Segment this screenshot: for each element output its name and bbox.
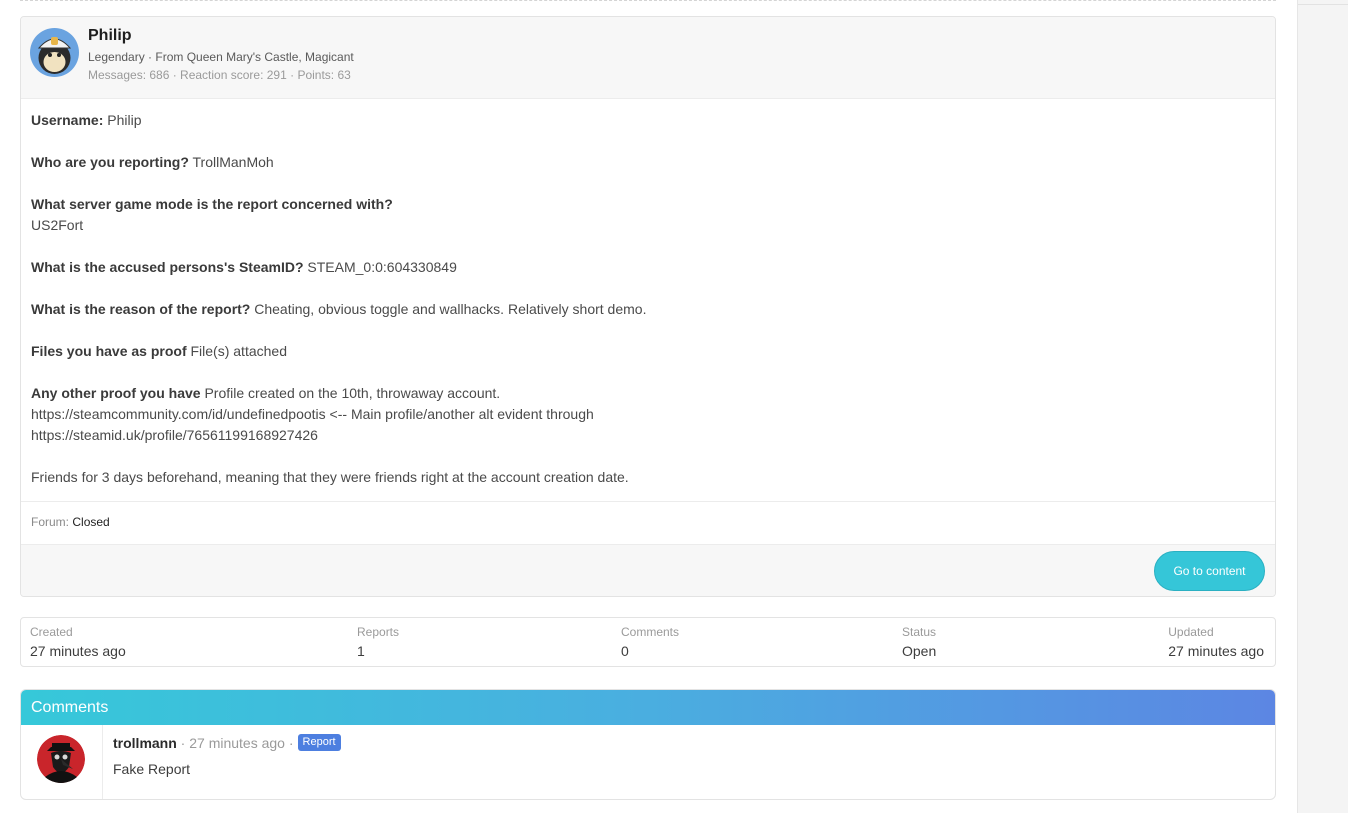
stat-updated: Updated 27 minutes ago: [1168, 625, 1264, 662]
meta-separator: ·: [284, 734, 294, 751]
stat-label: Status: [902, 625, 937, 639]
forum-value[interactable]: Closed: [72, 515, 109, 529]
meta-separator: ·: [176, 734, 190, 751]
stat-value: Open: [902, 643, 937, 659]
stat-label: Comments: [621, 625, 680, 639]
report-body: Username: Philip Who are you reporting? …: [21, 99, 1275, 488]
stat-value: 0: [621, 643, 629, 659]
field-game-mode: What server game mode is the report conc…: [31, 194, 1265, 236]
comment-time[interactable]: 27 minutes ago: [189, 735, 285, 751]
field-other-proof: Any other proof you have Profile created…: [31, 383, 1265, 446]
user-avatar[interactable]: [30, 28, 79, 77]
field-username: Username: Philip: [31, 110, 1265, 131]
field-value: Philip: [103, 112, 142, 128]
right-gutter: [1297, 0, 1348, 813]
field-value: Profile created on the 10th, throwaway a…: [200, 385, 501, 401]
avatar-image-icon: [30, 28, 79, 77]
field-label: Any other proof you have: [31, 385, 201, 401]
stat-value: 1: [357, 643, 365, 659]
field-reason: What is the reason of the report? Cheati…: [31, 299, 1265, 320]
field-value: File(s) attached: [186, 343, 287, 359]
stat-status: Status Open: [902, 625, 936, 662]
field-label: Files you have as proof: [31, 343, 187, 359]
field-reported-user: Who are you reporting? TrollManMoh: [31, 152, 1265, 173]
gutter-line: [1298, 4, 1348, 5]
comment-meta: trollmann · 27 minutes ago · Report: [113, 734, 341, 751]
proof-link-line: https://steamid.uk/profile/7656119916892…: [31, 427, 318, 443]
top-divider: [20, 0, 1276, 1]
field-label: What is the accused persons's SteamID?: [31, 259, 304, 275]
proof-link-line: https://steamcommunity.com/id/undefinedp…: [31, 406, 594, 422]
comment-type-badge: Report: [297, 734, 341, 751]
report-card: Philip Legendary · From Queen Mary's Cas…: [20, 16, 1276, 597]
field-label: What is the reason of the report?: [31, 301, 251, 317]
field-value: STEAM_0:0:604330849: [303, 259, 457, 275]
stat-reports: Reports 1: [357, 625, 399, 662]
actions-row: Go to content: [21, 544, 1275, 596]
user-name[interactable]: Philip: [88, 27, 132, 45]
stat-created: Created 27 minutes ago: [30, 625, 126, 662]
go-to-content-button[interactable]: Go to content: [1154, 551, 1265, 591]
comment-avatar[interactable]: [37, 735, 85, 783]
field-label: Who are you reporting?: [31, 154, 189, 170]
comments-title: Comments: [21, 690, 1275, 725]
comment-author[interactable]: trollmann: [113, 735, 177, 751]
stat-label: Reports: [357, 625, 400, 639]
forum-label: Forum:: [31, 515, 70, 529]
field-value: TrollManMoh: [188, 154, 274, 170]
plague-doctor-avatar-icon: [37, 735, 85, 783]
stat-value: 27 minutes ago: [1168, 643, 1264, 659]
user-title-location: Legendary · From Queen Mary's Castle, Ma…: [88, 50, 354, 64]
field-value: Cheating, obvious toggle and wallhacks. …: [250, 301, 647, 317]
comment-avatar-column: [21, 725, 103, 799]
field-label: Username:: [31, 112, 104, 128]
forum-row: Forum: Closed: [21, 501, 1275, 544]
stat-comments: Comments 0: [621, 625, 679, 662]
report-stats-strip: Created 27 minutes ago Reports 1 Comment…: [20, 617, 1276, 667]
report-header: Philip Legendary · From Queen Mary's Cas…: [21, 17, 1275, 99]
comment-text: Fake Report: [113, 761, 191, 777]
closing-note: Friends for 3 days beforehand, meaning t…: [31, 469, 629, 485]
field-value: US2Fort: [31, 217, 84, 233]
stat-value: 27 minutes ago: [30, 643, 126, 659]
comments-section: Comments trollmann · 27 minutes ago · Re…: [20, 689, 1276, 800]
field-steamid: What is the accused persons's SteamID? S…: [31, 257, 1265, 278]
field-label: What server game mode is the report conc…: [31, 196, 393, 212]
field-files: Files you have as proof File(s) attached: [31, 341, 1265, 362]
stat-label: Created: [30, 625, 73, 639]
comment-item: trollmann · 27 minutes ago · Report Fake…: [21, 725, 1275, 799]
stat-label: Updated: [1168, 625, 1214, 639]
user-stats: Messages: 686 · Reaction score: 291 · Po…: [88, 68, 351, 82]
